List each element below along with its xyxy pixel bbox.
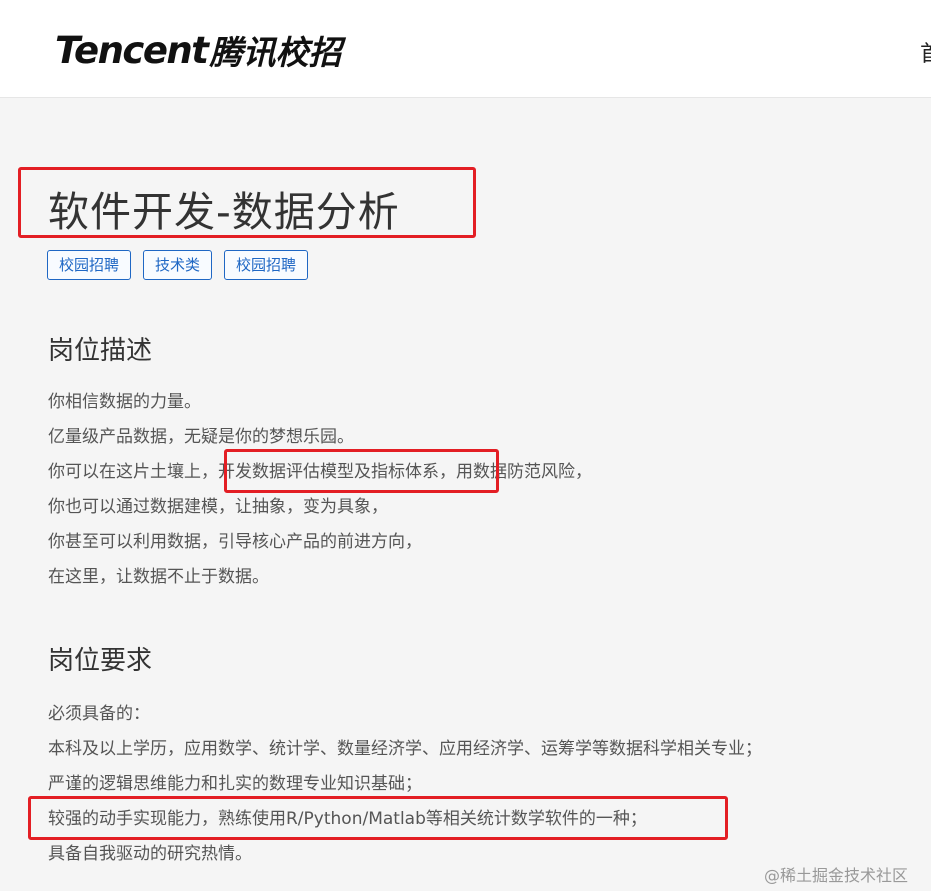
description-line: 你相信数据的力量。 xyxy=(48,392,201,412)
requirement-line: 较强的动手实现能力，熟练使用R/Python/Matlab等相关统计数学软件的一… xyxy=(48,809,647,829)
juejin-watermark: @稀土掘金技术社区 xyxy=(764,866,909,885)
job-title: 软件开发-数据分析 xyxy=(48,188,400,236)
site-header: Tencent 腾讯校招 首 xyxy=(0,0,931,98)
tag-technical[interactable]: 技术类 xyxy=(143,250,213,280)
requirement-line: 严谨的逻辑思维能力和扎实的数理专业知识基础； xyxy=(48,774,422,794)
description-line: 你可以在这片土壤上，开发数据评估模型及指标体系，用数据防范风险， xyxy=(48,462,592,482)
description-heading: 岗位描述 xyxy=(48,336,153,366)
description-line: 你也可以通过数据建模，让抽象，变为具象， xyxy=(48,497,388,517)
tag-campus-recruitment[interactable]: 校园招聘 xyxy=(47,250,132,280)
tencent-careers-logo[interactable]: Tencent 腾讯校招 xyxy=(55,28,342,73)
nav-item-home[interactable]: 首 xyxy=(920,36,931,68)
job-tags: 校园招聘 技术类 校园招聘 xyxy=(47,250,309,280)
description-body: 你相信数据的力量。 亿量级产品数据，无疑是你的梦想乐园。 你可以在这片土壤上，开… xyxy=(48,385,908,595)
logo-text-en: Tencent xyxy=(55,28,209,72)
requirements-body: 必须具备的： 本科及以上学历，应用数学、统计学、数量经济学、应用经济学、运筹学等… xyxy=(48,697,908,872)
description-line: 在这里，让数据不止于数据。 xyxy=(48,567,269,587)
logo-text-cn: 腾讯校招 xyxy=(209,33,342,72)
requirements-heading: 岗位要求 xyxy=(48,646,153,676)
requirement-line: 本科及以上学历，应用数学、统计学、数量经济学、应用经济学、运筹学等数据科学相关专… xyxy=(48,739,762,759)
requirement-line: 必须具备的： xyxy=(48,704,150,724)
tag-campus-recruitment-2[interactable]: 校园招聘 xyxy=(224,250,309,280)
description-line: 你甚至可以利用数据，引导核心产品的前进方向， xyxy=(48,532,422,552)
description-line: 亿量级产品数据，无疑是你的梦想乐园。 xyxy=(48,427,354,447)
